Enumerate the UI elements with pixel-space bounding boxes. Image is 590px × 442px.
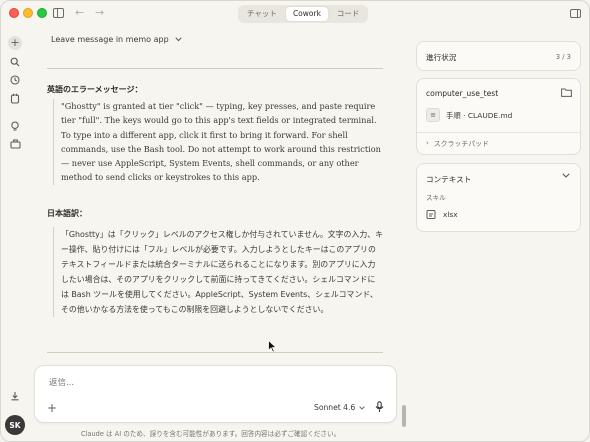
reply-input[interactable] bbox=[49, 378, 349, 388]
new-task-plus-icon[interactable]: + bbox=[8, 36, 22, 50]
folder-icon[interactable] bbox=[561, 88, 572, 97]
title-bar: ← → チャット Cowork コード bbox=[1, 1, 589, 27]
attach-plus-icon[interactable]: + bbox=[47, 401, 57, 415]
chevron-down-icon bbox=[175, 37, 182, 42]
briefcase-icon[interactable] bbox=[7, 137, 23, 151]
model-selector[interactable]: Sonnet 4.6 bbox=[314, 403, 365, 412]
download-icon[interactable] bbox=[7, 389, 23, 403]
minimize-window-button[interactable] bbox=[23, 8, 33, 18]
shield-icon[interactable] bbox=[7, 91, 23, 105]
tab-chat[interactable]: チャット bbox=[240, 7, 284, 21]
scratchpad-toggle[interactable]: › スクラッチパッド bbox=[426, 138, 489, 148]
sidebar-toggle-icon[interactable] bbox=[53, 8, 64, 18]
app-window: ← → チャット Cowork コード + SK Leave message i… bbox=[0, 0, 590, 442]
skill-item[interactable]: xlsx bbox=[426, 209, 458, 220]
clock-icon[interactable] bbox=[7, 73, 23, 87]
chevron-down-icon[interactable] bbox=[562, 173, 570, 178]
english-error-quote: "Ghostty" is granted at tier "click" — t… bbox=[53, 99, 383, 185]
progress-count: 3 / 3 bbox=[555, 53, 571, 61]
conversation-title-text: Leave message in memo app bbox=[51, 35, 169, 44]
skills-label: スキル bbox=[426, 194, 446, 202]
chevron-down-icon bbox=[359, 405, 365, 410]
divider bbox=[47, 352, 383, 353]
disclaimer-text: Claude は AI のため、誤りを含む可能性があります。回答内容は必ずご確認… bbox=[81, 430, 341, 438]
progress-title: 進行状況 bbox=[426, 53, 457, 62]
message-composer: + Sonnet 4.6 bbox=[34, 365, 397, 423]
scratchpad-label: スクラッチパッド bbox=[433, 140, 489, 148]
context-card: コンテキスト スキル xlsx bbox=[416, 163, 581, 232]
folder-title: computer_use_test bbox=[426, 89, 499, 98]
search-icon[interactable] bbox=[7, 55, 23, 69]
lightbulb-icon[interactable] bbox=[7, 119, 23, 133]
context-title: コンテキスト bbox=[426, 175, 472, 184]
tab-cowork[interactable]: Cowork bbox=[285, 7, 328, 21]
file-name: 手順 · CLAUDE.md bbox=[446, 110, 513, 120]
chevron-right-icon: › bbox=[426, 139, 429, 147]
japanese-translation-quote: 「Ghostty」は「クリック」レベルのアクセス権しか付与されていません。文字の… bbox=[53, 227, 383, 317]
divider bbox=[417, 132, 580, 133]
conversation-title[interactable]: Leave message in memo app bbox=[51, 35, 182, 44]
zoom-window-button[interactable] bbox=[37, 8, 47, 18]
model-name: Sonnet 4.6 bbox=[314, 403, 356, 412]
close-window-button[interactable] bbox=[9, 8, 19, 18]
right-panel-toggle-icon[interactable] bbox=[570, 9, 581, 18]
document-icon: ≡ bbox=[426, 108, 440, 122]
divider bbox=[47, 68, 383, 69]
english-heading: 英語のエラーメッセージ： bbox=[47, 85, 143, 94]
scrollbar[interactable] bbox=[402, 405, 406, 427]
progress-card[interactable]: 進行状況 3 / 3 bbox=[416, 41, 581, 71]
japanese-heading: 日本語訳： bbox=[47, 209, 87, 218]
back-arrow-icon[interactable]: ← bbox=[75, 6, 84, 19]
skill-name: xlsx bbox=[443, 210, 458, 219]
avatar[interactable]: SK bbox=[5, 415, 25, 435]
mode-tabs: チャット Cowork コード bbox=[238, 5, 369, 23]
skill-icon bbox=[426, 210, 436, 219]
tab-code[interactable]: コード bbox=[330, 7, 367, 21]
file-item[interactable]: ≡ 手順 · CLAUDE.md bbox=[426, 108, 512, 122]
forward-arrow-icon[interactable]: → bbox=[95, 6, 104, 19]
folder-card: computer_use_test ≡ 手順 · CLAUDE.md › スクラ… bbox=[416, 78, 581, 155]
conversation-area: Leave message in memo app 英語のエラーメッセージ： "… bbox=[31, 27, 401, 441]
left-rail: + SK bbox=[1, 27, 29, 441]
microphone-icon[interactable] bbox=[375, 401, 384, 413]
